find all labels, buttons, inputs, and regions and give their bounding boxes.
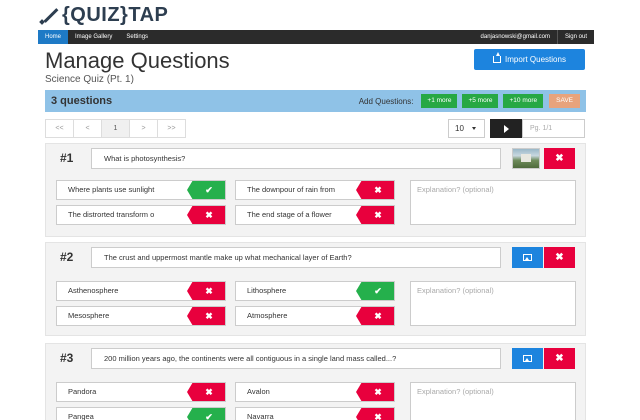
answer-text: Asthenosphere — [68, 286, 119, 295]
nav-home[interactable]: Home — [38, 30, 69, 44]
play-icon — [503, 124, 509, 133]
wrong-x-icon[interactable]: ✖ — [187, 307, 225, 325]
answer-text: The downpour of rain from — [247, 185, 335, 194]
explanation-input[interactable]: Explanation? (optional) — [410, 382, 576, 420]
top-navbar: Home Image Gallery Settings danjasnowski… — [38, 30, 594, 44]
close-icon: ✖ — [555, 353, 564, 364]
questions-toolbar: 3 questions Add Questions: +1 more +5 mo… — [45, 90, 586, 112]
correct-check-icon[interactable]: ✔ — [356, 282, 394, 300]
page-title: Manage Questions — [45, 48, 230, 73]
wrong-x-icon[interactable]: ✖ — [187, 383, 225, 401]
wrong-x-icon[interactable]: ✖ — [356, 206, 394, 224]
wrong-x-icon[interactable]: ✖ — [356, 408, 394, 420]
nav-image-gallery[interactable]: Image Gallery — [68, 30, 119, 44]
logo-text: {QUIZ}TAP — [62, 3, 169, 26]
page-current[interactable]: 1 — [101, 119, 130, 138]
close-icon: ✖ — [555, 252, 564, 263]
answer-field[interactable]: Asthenosphere ✖ — [56, 281, 226, 301]
answer-field[interactable]: Pandora ✖ — [56, 382, 226, 402]
answer-text: The distrorted transform o — [68, 210, 155, 219]
wrong-x-icon[interactable]: ✖ — [356, 307, 394, 325]
import-questions-button[interactable]: Import Questions — [474, 49, 585, 70]
question-number: #1 — [60, 151, 74, 165]
add-image-button[interactable] — [512, 348, 543, 369]
wrong-x-icon[interactable]: ✖ — [356, 383, 394, 401]
answer-field[interactable]: The downpour of rain from ✖ — [235, 180, 395, 200]
wrong-x-icon[interactable]: ✖ — [187, 206, 225, 224]
answer-text: Where plants use sunlight — [68, 185, 155, 194]
answer-field[interactable]: Mesosphere ✖ — [56, 306, 226, 326]
add-5-button[interactable]: +5 more — [462, 94, 499, 108]
page-first-button[interactable]: << — [45, 119, 74, 138]
explanation-input[interactable]: Explanation? (optional) — [410, 281, 576, 326]
upload-icon — [493, 52, 502, 63]
delete-question-button[interactable]: ✖ — [544, 348, 575, 369]
delete-question-button[interactable]: ✖ — [544, 148, 575, 169]
per-page-select[interactable]: 10 — [448, 119, 485, 138]
answer-field[interactable]: The end stage of a flower ✖ — [235, 205, 395, 225]
save-button[interactable]: SAVE — [549, 94, 580, 108]
answer-text: Pangea — [68, 412, 94, 420]
question-text-input[interactable]: The crust and uppermost mantle make up w… — [91, 247, 501, 268]
answer-text: Navarra — [247, 412, 274, 420]
question-card: #2 The crust and uppermost mantle make u… — [45, 242, 586, 336]
correct-check-icon[interactable]: ✔ — [187, 181, 225, 199]
answer-field[interactable]: Pangea ✔ — [56, 407, 226, 420]
question-card: #3 200 million years ago, the continents… — [45, 343, 586, 420]
answer-text: Avalon — [247, 387, 270, 396]
add-1-button[interactable]: +1 more — [421, 94, 458, 108]
correct-check-icon[interactable]: ✔ — [187, 408, 225, 420]
answer-text: Atmosphere — [247, 311, 288, 320]
add-10-button[interactable]: +10 more — [503, 94, 544, 108]
answer-text: Lithosphere — [247, 286, 287, 295]
question-text-input[interactable]: 200 million years ago, the continents we… — [91, 348, 501, 369]
add-questions-label: Add Questions: — [358, 96, 414, 106]
page-prev-button[interactable]: < — [73, 119, 102, 138]
answer-field[interactable]: Avalon ✖ — [235, 382, 395, 402]
page-number-input[interactable]: Pg. 1/1 — [522, 119, 585, 138]
delete-question-button[interactable]: ✖ — [544, 247, 575, 268]
app-logo[interactable]: {QUIZ}TAP — [40, 4, 168, 26]
question-image-thumbnail[interactable] — [512, 148, 540, 169]
caret-down-icon — [471, 127, 476, 130]
wrong-x-icon[interactable]: ✖ — [187, 282, 225, 300]
pagination: << < 1 > >> — [45, 119, 186, 138]
nav-user-email[interactable]: danjasnowski@gmail.com — [474, 30, 557, 44]
pencil-icon — [40, 6, 60, 24]
question-number: #3 — [60, 351, 74, 365]
page-next-button[interactable]: > — [129, 119, 158, 138]
explanation-input[interactable]: Explanation? (optional) — [410, 180, 576, 225]
go-page-button[interactable] — [490, 119, 522, 138]
nav-settings[interactable]: Settings — [119, 30, 155, 44]
question-count: 3 questions — [51, 95, 113, 107]
image-icon — [523, 355, 532, 362]
nav-sign-out[interactable]: Sign out — [558, 30, 594, 44]
question-number: #2 — [60, 250, 74, 264]
quiz-subtitle: Science Quiz (Pt. 1) — [45, 74, 134, 85]
close-icon: ✖ — [555, 153, 564, 164]
add-image-button[interactable] — [512, 247, 543, 268]
question-card: #1 What is photosynthesis? ✖ Where plant… — [45, 143, 586, 237]
image-icon — [523, 254, 532, 261]
answer-field[interactable]: Atmosphere ✖ — [235, 306, 395, 326]
wrong-x-icon[interactable]: ✖ — [356, 181, 394, 199]
answer-text: Mesosphere — [68, 311, 110, 320]
page-last-button[interactable]: >> — [157, 119, 186, 138]
answer-field[interactable]: Lithosphere ✔ — [235, 281, 395, 301]
answer-field[interactable]: Navarra ✖ — [235, 407, 395, 420]
answer-text: The end stage of a flower — [247, 210, 332, 219]
per-page-value: 10 — [455, 124, 464, 133]
answer-text: Pandora — [68, 387, 97, 396]
question-text-input[interactable]: What is photosynthesis? — [91, 148, 501, 169]
answer-field[interactable]: Where plants use sunlight ✔ — [56, 180, 226, 200]
import-label: Import Questions — [505, 55, 566, 64]
answer-field[interactable]: The distrorted transform o ✖ — [56, 205, 226, 225]
